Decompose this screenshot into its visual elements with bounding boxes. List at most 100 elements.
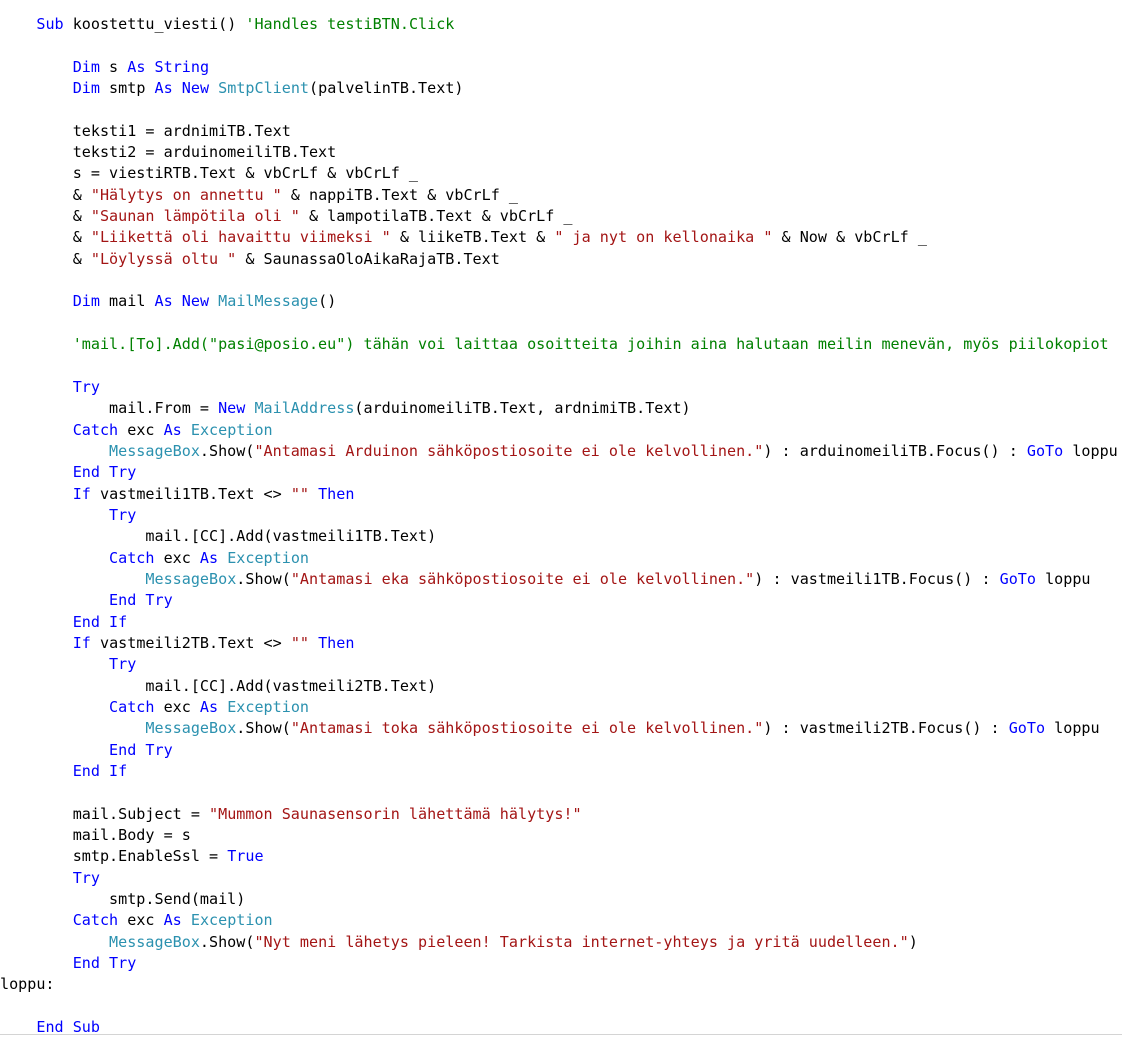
code-line[interactable] <box>0 996 1122 1017</box>
code-line[interactable]: Dim mail As New MailMessage() <box>0 291 1122 312</box>
code-string: "Hälytys on annettu " <box>90 185 282 204</box>
code-line[interactable]: MessageBox.Show("Antamasi toka sähköpost… <box>0 718 1122 739</box>
code-line[interactable]: Catch exc As Exception <box>0 420 1122 441</box>
code-keyword: Catch <box>109 698 155 716</box>
code-line[interactable]: teksti2 = arduinomeiliTB.Text <box>0 142 1122 163</box>
code-string: "Antamasi Arduinon sähköpostiosoite ei o… <box>254 441 764 460</box>
code-line[interactable]: teksti1 = ardnimiTB.Text <box>0 121 1122 142</box>
code-line[interactable]: Catch exc As Exception <box>0 910 1122 931</box>
code-type-name: Exception <box>190 420 273 439</box>
code-text: (palvelinTB.Text) <box>309 79 464 98</box>
code-line[interactable] <box>0 313 1122 334</box>
code-keyword: Try <box>109 655 137 674</box>
code-text: smtp.Send(mail) <box>0 890 246 909</box>
code-line[interactable]: End Try <box>0 590 1122 611</box>
code-line[interactable]: End Try <box>0 953 1122 974</box>
code-editor[interactable]: Sub koostettu_viesti() 'Handles testiBTN… <box>0 14 1122 1039</box>
code-text: exc <box>154 698 200 716</box>
code-text: & <box>0 228 91 247</box>
code-line[interactable]: s = viestiRTB.Text & vbCrLf & vbCrLf _ <box>0 163 1122 184</box>
code-line[interactable]: mail.Body = s <box>0 825 1122 846</box>
code-line[interactable]: & "Saunan lämpötila oli " & lampotilaTB.… <box>0 206 1122 227</box>
code-line[interactable]: mail.From = New MailAddress(arduinomeili… <box>0 398 1122 419</box>
code-line[interactable]: MessageBox.Show("Nyt meni lähetys pielee… <box>0 932 1122 953</box>
code-line[interactable]: 'mail.[To].Add("pasi@posio.eu") tähän vo… <box>0 334 1122 355</box>
code-line[interactable]: End Try <box>0 740 1122 761</box>
code-comment: 'Handles testiBTN.Click <box>245 15 455 33</box>
code-text: mail.[CC].Add(vastmeili1TB.Text) <box>0 527 437 546</box>
code-text: s = viestiRTB.Text & vbCrLf & vbCrLf _ <box>0 164 419 183</box>
code-line[interactable]: Dim smtp As New SmtpClient(palvelinTB.Te… <box>0 78 1122 99</box>
code-line[interactable] <box>0 782 1122 803</box>
code-string: "Nyt meni lähetys pieleen! Tarkista inte… <box>254 932 909 951</box>
code-line[interactable]: smtp.EnableSsl = True <box>0 846 1122 867</box>
code-line[interactable]: Catch exc As Exception <box>0 697 1122 718</box>
code-line[interactable]: Try <box>0 377 1122 398</box>
code-line[interactable]: If vastmeili1TB.Text <> "" Then <box>0 484 1122 505</box>
code-string: "Mummon Saunasensorin lähettämä hälytys!… <box>209 804 582 823</box>
code-line[interactable]: Dim s As String <box>0 57 1122 78</box>
code-text: mail.[CC].Add(vastmeili2TB.Text) <box>0 676 437 695</box>
code-line[interactable]: Try <box>0 654 1122 675</box>
code-keyword: New <box>218 399 246 418</box>
code-line[interactable] <box>0 270 1122 291</box>
code-text: & liikeTB.Text & <box>390 228 555 247</box>
code-text: (arduinomeiliTB.Text, ardnimiTB.Text) <box>354 399 691 418</box>
code-keyword: GoTo <box>999 569 1036 588</box>
code-line[interactable]: mail.Subject = "Mummon Saunasensorin läh… <box>0 804 1122 825</box>
code-line[interactable] <box>0 99 1122 120</box>
code-line[interactable]: & "Liikettä oli havaittu viimeksi " & li… <box>0 227 1122 248</box>
code-keyword: Try <box>72 377 100 396</box>
code-type-name: MessageBox <box>145 569 237 588</box>
code-line[interactable]: smtp.Send(mail) <box>0 889 1122 910</box>
code-text: loppu <box>1063 441 1118 460</box>
code-text: ) : arduinomeiliTB.Focus() : <box>763 441 1027 460</box>
code-line[interactable]: Sub koostettu_viesti() 'Handles testiBTN… <box>0 14 1122 35</box>
code-line[interactable]: End If <box>0 612 1122 633</box>
code-text: () <box>318 292 337 311</box>
code-line[interactable]: Try <box>0 505 1122 526</box>
code-line[interactable]: mail.[CC].Add(vastmeili2TB.Text) <box>0 676 1122 697</box>
code-text: s <box>99 57 128 76</box>
code-line[interactable]: End If <box>0 761 1122 782</box>
code-text: ) <box>908 932 918 951</box>
code-line[interactable]: End Try <box>0 462 1122 483</box>
code-line[interactable] <box>0 35 1122 56</box>
code-line[interactable]: Catch exc As Exception <box>0 548 1122 569</box>
code-keyword: Try <box>109 505 137 524</box>
code-line[interactable]: & "Hälytys on annettu " & nappiTB.Text &… <box>0 185 1122 206</box>
code-keyword: GoTo <box>1026 441 1064 460</box>
code-line[interactable]: MessageBox.Show("Antamasi Arduinon sähkö… <box>0 441 1122 462</box>
code-keyword: Sub <box>36 15 64 33</box>
code-line[interactable]: If vastmeili2TB.Text <> "" Then <box>0 633 1122 654</box>
code-line[interactable]: Try <box>0 868 1122 889</box>
code-text: koostettu_viesti() <box>63 15 246 33</box>
code-line[interactable]: MessageBox.Show("Antamasi eka sähköposti… <box>0 569 1122 590</box>
code-line[interactable]: & "Löylyssä oltu " & SaunassaOloAikaRaja… <box>0 249 1122 270</box>
code-line[interactable]: mail.[CC].Add(vastmeili1TB.Text) <box>0 526 1122 547</box>
code-text: ) : vastmeili1TB.Focus() : <box>754 569 1000 588</box>
editor-bottom-divider <box>0 1034 1122 1035</box>
code-type-name: Exception <box>190 911 273 930</box>
code-line[interactable]: End Sub <box>0 1017 1122 1038</box>
code-line[interactable] <box>0 356 1122 377</box>
code-text: & <box>0 249 91 268</box>
code-line[interactable]: loppu: <box>0 974 1122 995</box>
code-text: & <box>0 207 91 226</box>
code-type-name: MailAddress <box>254 399 355 418</box>
code-keyword: Catch <box>72 420 119 439</box>
